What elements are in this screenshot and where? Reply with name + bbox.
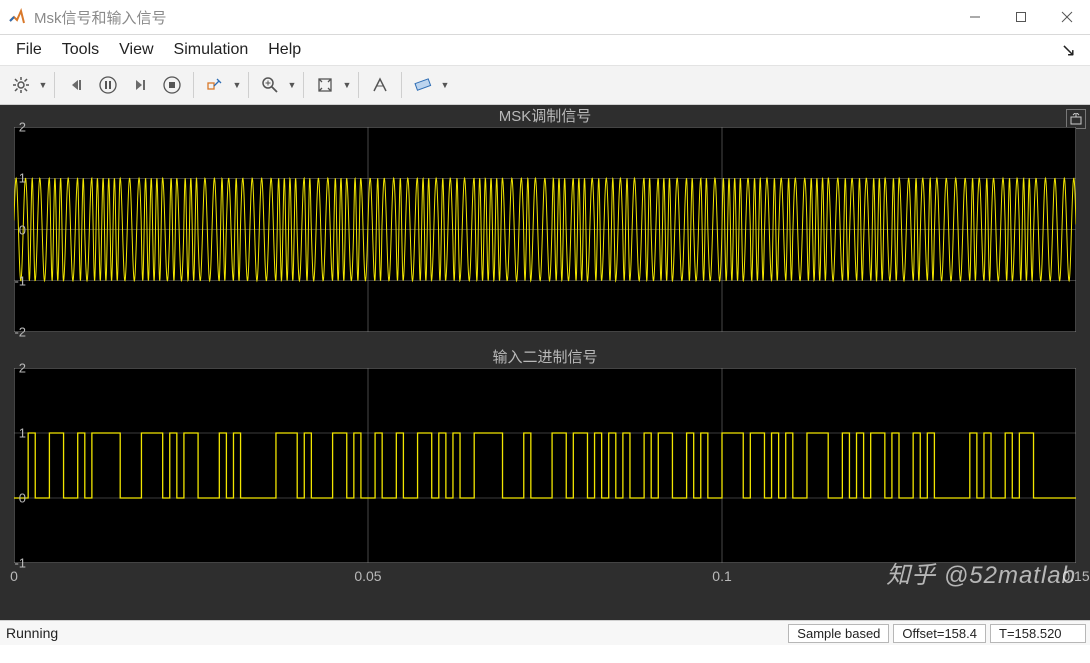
highlight-dropdown-icon[interactable]: ▼ bbox=[232, 80, 242, 90]
plot2-xtick: 0.05 bbox=[354, 568, 381, 584]
plot2-title: 输入二进制信号 bbox=[0, 348, 1090, 368]
plot1-area[interactable]: 2 1 0 -1 -2 bbox=[14, 127, 1076, 332]
minimize-button[interactable] bbox=[952, 0, 998, 34]
menubar: File Tools View Simulation Help ↘ bbox=[0, 35, 1090, 65]
plot2-xtick: 0.15 bbox=[1062, 568, 1089, 584]
step-forward-button[interactable] bbox=[125, 70, 155, 100]
menu-simulation[interactable]: Simulation bbox=[164, 38, 259, 62]
scope-panel: MSK调制信号 2 1 0 -1 -2 输入二进制信号 2 1 0 -1 0 0… bbox=[0, 105, 1090, 620]
plot1-title: MSK调制信号 bbox=[0, 105, 1090, 127]
measure-button[interactable] bbox=[365, 70, 395, 100]
plot1-ytick: -1 bbox=[14, 273, 26, 288]
menu-overflow-icon[interactable]: ↘ bbox=[1061, 40, 1084, 61]
plot2-svg bbox=[14, 368, 1076, 563]
status-state: Running bbox=[0, 625, 64, 641]
close-button[interactable] bbox=[1044, 0, 1090, 34]
menu-help[interactable]: Help bbox=[258, 38, 311, 62]
plot2-area[interactable]: 2 1 0 -1 0 0.05 0.1 0.15 bbox=[14, 368, 1076, 563]
plot1-ytick: 1 bbox=[14, 171, 26, 186]
status-sample-mode: Sample based bbox=[788, 624, 889, 643]
stop-button[interactable] bbox=[157, 70, 187, 100]
step-back-button[interactable] bbox=[61, 70, 91, 100]
plot2-xtick: 0 bbox=[10, 568, 18, 584]
matlab-icon bbox=[8, 8, 26, 26]
zoom-button[interactable] bbox=[255, 70, 285, 100]
menu-view[interactable]: View bbox=[109, 38, 163, 62]
zoom-dropdown-icon[interactable]: ▼ bbox=[287, 80, 297, 90]
ruler-button[interactable] bbox=[408, 70, 438, 100]
maximize-button[interactable] bbox=[998, 0, 1044, 34]
plot1-ytick: -2 bbox=[14, 325, 26, 340]
settings-dropdown-icon[interactable]: ▼ bbox=[38, 80, 48, 90]
plot2-xtick: 0.1 bbox=[712, 568, 731, 584]
plot1-ytick: 0 bbox=[14, 222, 26, 237]
pause-button[interactable] bbox=[93, 70, 123, 100]
settings-button[interactable] bbox=[6, 70, 36, 100]
highlight-button[interactable] bbox=[200, 70, 230, 100]
status-time: T=158.520 bbox=[990, 624, 1086, 643]
plot2-ytick: 1 bbox=[14, 425, 26, 440]
plot1-ytick: 2 bbox=[14, 120, 26, 135]
menu-tools[interactable]: Tools bbox=[52, 38, 109, 62]
toolbar: ▼ ▼ ▼ ▼ ▼ bbox=[0, 65, 1090, 105]
dock-icon[interactable] bbox=[1066, 109, 1086, 129]
plot2-ytick: 0 bbox=[14, 491, 26, 506]
status-offset: Offset=158.4 bbox=[893, 624, 986, 643]
plot2-ytick: 2 bbox=[14, 361, 26, 376]
autoscale-dropdown-icon[interactable]: ▼ bbox=[342, 80, 352, 90]
window-title: Msk信号和输入信号 bbox=[34, 7, 167, 28]
autoscale-button[interactable] bbox=[310, 70, 340, 100]
ruler-dropdown-icon[interactable]: ▼ bbox=[440, 80, 450, 90]
plot1-svg bbox=[14, 127, 1076, 332]
titlebar: Msk信号和输入信号 bbox=[0, 0, 1090, 35]
statusbar: Running Sample based Offset=158.4 T=158.… bbox=[0, 620, 1090, 645]
menu-file[interactable]: File bbox=[6, 38, 52, 62]
